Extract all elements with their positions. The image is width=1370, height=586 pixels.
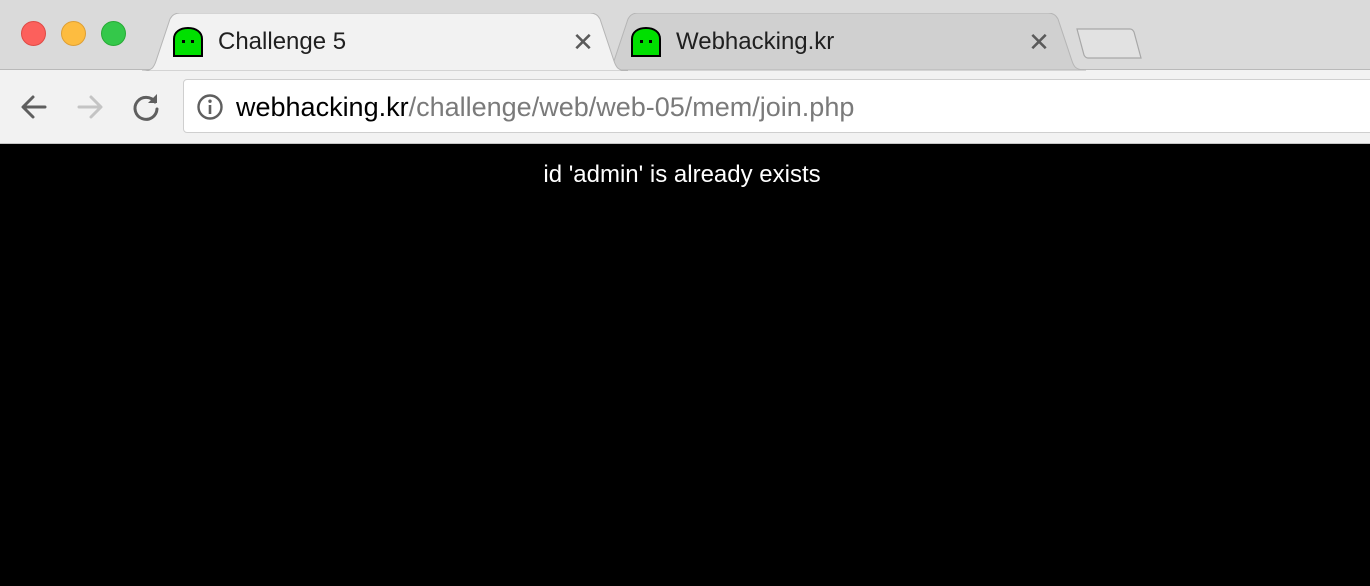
toolbar: webhacking.kr/challenge/web/web-05/mem/j…: [0, 70, 1370, 144]
tab-close-icon[interactable]: ✕: [1026, 29, 1052, 55]
address-bar[interactable]: webhacking.kr/challenge/web/web-05/mem/j…: [183, 79, 1370, 133]
tab-title: Challenge 5: [218, 28, 347, 55]
tab-close-icon[interactable]: ✕: [570, 29, 596, 55]
page-content: id 'admin' is already exists: [0, 145, 1370, 586]
window-close-button[interactable]: [21, 21, 46, 46]
error-message: id 'admin' is already exists: [543, 161, 821, 188]
url-host: webhacking.kr: [236, 92, 409, 122]
tab-challenge-5[interactable]: Challenge 5 ✕: [142, 13, 628, 71]
window-minimize-button[interactable]: [61, 21, 86, 46]
url-path: /challenge/web/web-05/mem/join.php: [408, 92, 855, 122]
green-ghost-icon: [631, 27, 661, 57]
tab-background: [600, 13, 1086, 71]
window-maximize-button[interactable]: [101, 21, 126, 46]
url-text: webhacking.kr/challenge/web/web-05/mem/j…: [236, 91, 854, 123]
reload-icon[interactable]: [129, 90, 163, 124]
tab-background: [142, 13, 628, 71]
info-icon[interactable]: [196, 93, 224, 121]
browser-window: Webhacking.kr ✕ Challenge 5 ✕ webhacking…: [0, 0, 1370, 586]
green-ghost-icon: [173, 27, 203, 57]
forward-arrow-icon[interactable]: [73, 90, 107, 124]
tab-strip: Webhacking.kr ✕ Challenge 5 ✕: [0, 0, 1370, 71]
tab-webhacking[interactable]: Webhacking.kr ✕: [600, 13, 1086, 71]
tab-title: Webhacking.kr: [676, 28, 835, 55]
back-arrow-icon[interactable]: [17, 90, 51, 124]
